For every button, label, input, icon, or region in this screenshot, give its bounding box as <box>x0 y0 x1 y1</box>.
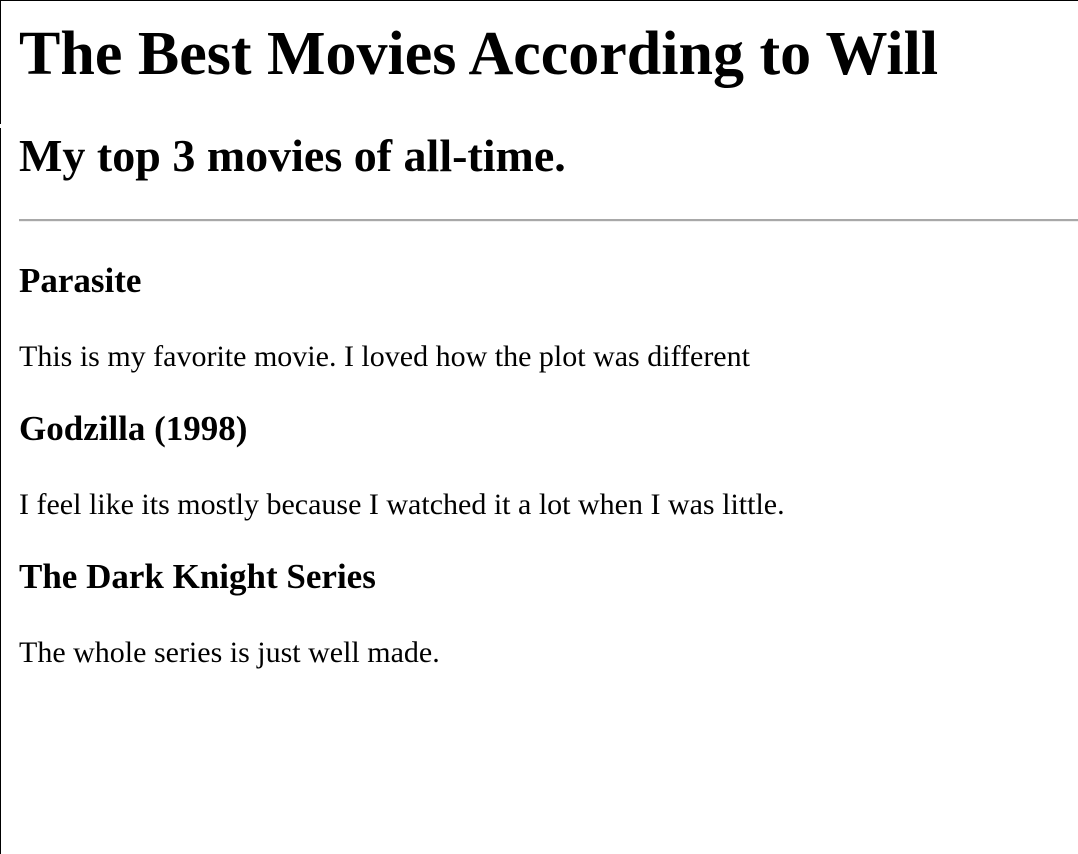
page-content: The Best Movies According to Will My top… <box>1 1 1078 670</box>
page-subtitle: My top 3 movies of all-time. <box>19 130 566 181</box>
movie-description: This is my favorite movie. I loved how t… <box>19 340 750 373</box>
movie-item-dark-knight: The Dark Knight Series The whole series … <box>19 522 1078 670</box>
left-edge-gap <box>0 124 1 128</box>
movie-list: Parasite This is my favorite movie. I lo… <box>19 222 1078 670</box>
movie-title: Godzilla (1998) <box>19 409 248 448</box>
movie-item-parasite: Parasite This is my favorite movie. I lo… <box>19 222 1078 374</box>
page-frame: The Best Movies According to Will My top… <box>0 0 1078 854</box>
page-title: The Best Movies According to Will <box>19 20 939 88</box>
movie-item-godzilla: Godzilla (1998) I feel like its mostly b… <box>19 374 1078 522</box>
movie-title: Parasite <box>19 261 142 300</box>
movie-description: I feel like its mostly because I watched… <box>19 488 785 521</box>
movie-title: The Dark Knight Series <box>19 557 376 596</box>
movie-description: The whole series is just well made. <box>19 636 440 669</box>
